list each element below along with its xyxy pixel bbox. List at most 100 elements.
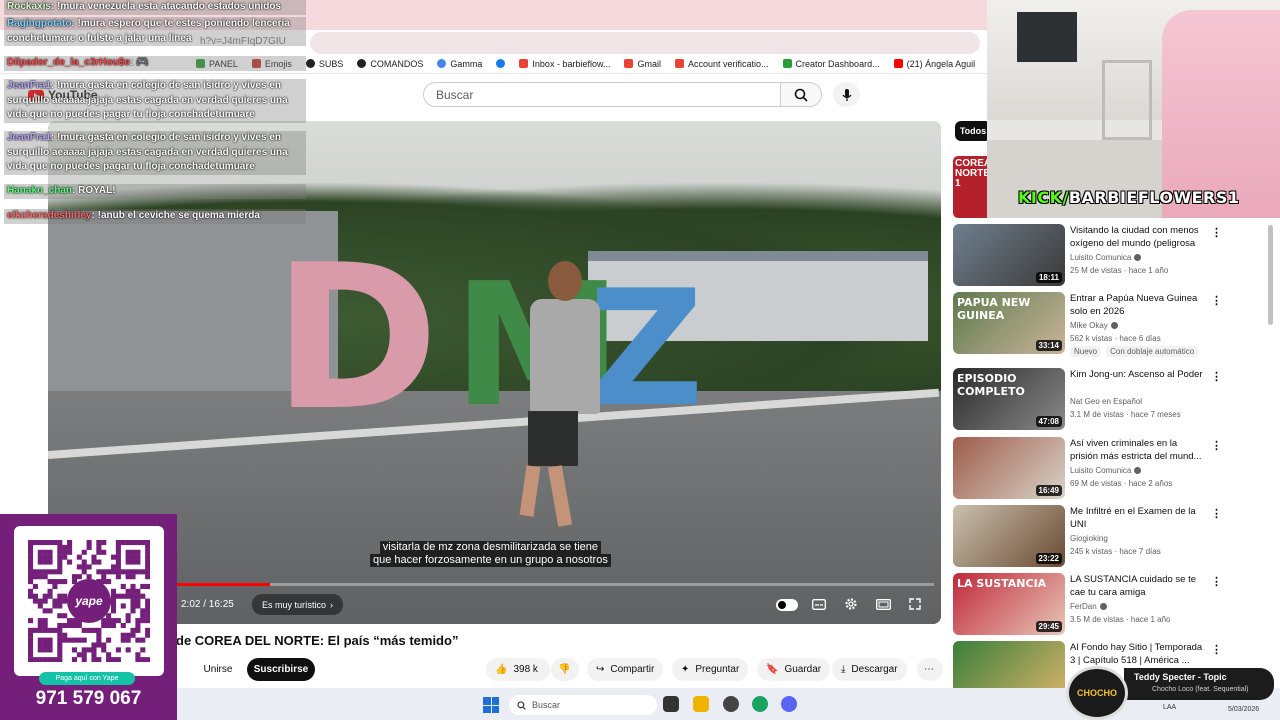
webcam-crib [1102, 60, 1152, 140]
qr-module [37, 569, 43, 575]
recommendation-item[interactable]: 23:22 Me Infiltré en el Examen de la UNI G… [953, 505, 1223, 567]
qr-module [86, 540, 92, 546]
qr-module [71, 622, 77, 629]
qr-module [57, 647, 63, 653]
recommendation-channel[interactable]: Mike Okay [1070, 321, 1118, 330]
recommendation-item[interactable]: 16:49 Así viven criminales en la prisión … [953, 437, 1223, 499]
recommendation-title[interactable]: Kim Jong-un: Ascenso al Poder [1070, 368, 1205, 381]
more-vertical-icon[interactable]: ⋮ [1211, 226, 1222, 239]
recommendation-thumbnail[interactable]: 23:22 [953, 505, 1065, 567]
chapter-button[interactable]: Es muy turístico › [252, 594, 344, 615]
subtitles-icon[interactable] [810, 597, 828, 611]
ask-button[interactable]: ✦ Preguntar [672, 658, 749, 681]
taskbar-language[interactable]: LAA [1163, 704, 1176, 711]
settings-gear-icon[interactable] [842, 597, 860, 611]
recommendation-title[interactable]: Al Fondo hay Sitio | Temporada 3 | Capít… [1070, 641, 1205, 667]
subscribe-button[interactable]: Suscribirse [247, 658, 315, 681]
qr-module [57, 593, 63, 599]
more-actions-button[interactable]: ⋯ [917, 658, 943, 681]
obs-icon[interactable] [723, 696, 739, 712]
recommendation-title[interactable]: Visitando la ciudad con menos oxígeno de… [1070, 224, 1205, 250]
search-button[interactable] [781, 82, 822, 107]
recommendation-thumbnail[interactable]: 18:11 [953, 224, 1065, 286]
qr-module [52, 579, 58, 585]
more-vertical-icon[interactable]: ⋮ [1211, 294, 1222, 307]
qr-module [145, 632, 151, 638]
recommendation-channel[interactable]: FerDan [1070, 602, 1107, 611]
recommendation-channel[interactable]: Nat Geo en Español [1070, 397, 1142, 406]
recommendation-channel[interactable]: Luisito Comunica [1070, 466, 1142, 475]
recommendation-title[interactable]: Así viven criminales en la prisión más e… [1070, 437, 1205, 463]
recommendation-title[interactable]: Entrar a Papúa Nueva Guinea solo en 2026 [1070, 292, 1205, 318]
qr-module [140, 637, 146, 643]
qr-module [47, 554, 53, 560]
qr-module [42, 657, 48, 663]
recommendation-channel[interactable]: Luisito Comunica [1070, 253, 1142, 262]
recommendation-item[interactable]: PAPUA NEW GUINEA 33:14 Entrar a Papúa Nuev… [953, 292, 1223, 357]
discord-icon[interactable] [781, 696, 797, 712]
chat-username: Rockaxis [7, 1, 51, 12]
bookmark-creator-dashboard[interactable]: Creator Dashboard... [782, 59, 880, 69]
search-input[interactable]: Buscar [423, 82, 781, 107]
qr-module [101, 569, 107, 575]
recommendation-thumbnail[interactable]: LA SUSTANCIA 29:45 [953, 573, 1065, 635]
recommendation-item[interactable]: 18:11 Visitando la ciudad con menos oxíge… [953, 224, 1223, 286]
bookmark-gamma[interactable]: Gamma [437, 59, 482, 69]
recommendation-channel[interactable]: Giogioking [1070, 534, 1108, 543]
recommendation-thumbnail[interactable]: EPISODIO COMPLETO 47:08 [953, 368, 1065, 430]
more-vertical-icon[interactable]: ⋮ [1211, 507, 1222, 520]
chat-message: JeanFra1: !mura gasta en colegio de san … [4, 79, 306, 123]
recommendation-title[interactable]: LA SUSTANCIA cuidado se te cae tu cara a… [1070, 573, 1205, 599]
recommendation-thumbnail[interactable]: PAPUA NEW GUINEA 33:14 [953, 292, 1065, 354]
qr-module [47, 569, 53, 575]
like-button[interactable]: 👍 398 k [486, 658, 550, 681]
bookmark-account[interactable]: Account verificatio... [674, 59, 769, 69]
bookmark-youtube[interactable]: (21) Ángela Aguil [893, 59, 975, 69]
more-vertical-icon[interactable]: ⋮ [1211, 370, 1222, 383]
more-vertical-icon[interactable]: ⋮ [1211, 439, 1222, 452]
save-button[interactable]: 🔖 Guardar [757, 658, 831, 681]
theater-mode-icon[interactable] [874, 597, 892, 611]
more-vertical-icon[interactable]: ⋮ [1211, 643, 1222, 656]
autoplay-toggle[interactable] [776, 599, 798, 611]
yape-pay-label: Paga aquí con Yape [39, 672, 135, 685]
windows-start-icon[interactable] [483, 697, 499, 713]
share-button[interactable]: ↪ Compartir [587, 658, 664, 681]
chrome-icon[interactable] [752, 696, 768, 712]
recommendation-title[interactable]: Me Infiltré en el Examen de la UNI [1070, 505, 1205, 531]
bookmark-gmail[interactable]: Gmail [624, 59, 661, 69]
qr-module [130, 574, 136, 580]
caption-line: que hacer forzosamente en un grupo a nos… [370, 554, 611, 567]
recommendation-item[interactable]: LA SUSTANCIA 29:45 LA SUSTANCIA cuidado se… [953, 573, 1223, 635]
qr-module [101, 647, 107, 653]
now-playing-artist: Chocho Loco (feat. Sequential) [1152, 686, 1249, 693]
recommendation-thumbnail[interactable]: COREA NORTE 1 [953, 156, 989, 218]
yape-payment-panel: yape Paga aquí con Yape 971 579 067 [0, 514, 177, 720]
qr-module [125, 618, 131, 624]
more-vertical-icon[interactable]: ⋮ [1211, 575, 1222, 588]
filter-chip-all[interactable]: Todos [955, 121, 991, 141]
bookmark-subs[interactable]: SUBS [305, 59, 343, 69]
qr-module [106, 652, 112, 658]
recommendation-thumbnail[interactable]: 16:49 [953, 437, 1065, 499]
dislike-button[interactable]: 👎 [551, 658, 579, 681]
address-bar[interactable] [310, 32, 980, 54]
qr-module [37, 549, 43, 555]
bookmark-facebook[interactable] [496, 59, 506, 68]
task-view-icon[interactable] [663, 696, 679, 712]
sidebar-scrollbar[interactable] [1268, 225, 1273, 325]
fullscreen-icon[interactable] [906, 597, 924, 611]
qr-module [115, 549, 121, 555]
download-button[interactable]: ⤓ Descargar [832, 658, 907, 681]
qr-module [28, 549, 34, 555]
file-explorer-icon[interactable] [693, 696, 709, 712]
taskbar-search[interactable]: Buscar [509, 695, 657, 715]
join-button[interactable]: Unirse [198, 658, 238, 681]
progress-bar[interactable] [176, 583, 934, 586]
bookmark-comandos[interactable]: COMANDOS [357, 59, 423, 69]
bookmark-inbox[interactable]: Inbox - barbieflow... [519, 59, 610, 69]
recommendation-item[interactable]: EPISODIO COMPLETO 47:08 Kim Jong-un: Ascen… [953, 368, 1223, 430]
voice-search-button[interactable] [833, 82, 860, 107]
qr-module [62, 613, 68, 619]
qr-module [32, 593, 38, 599]
